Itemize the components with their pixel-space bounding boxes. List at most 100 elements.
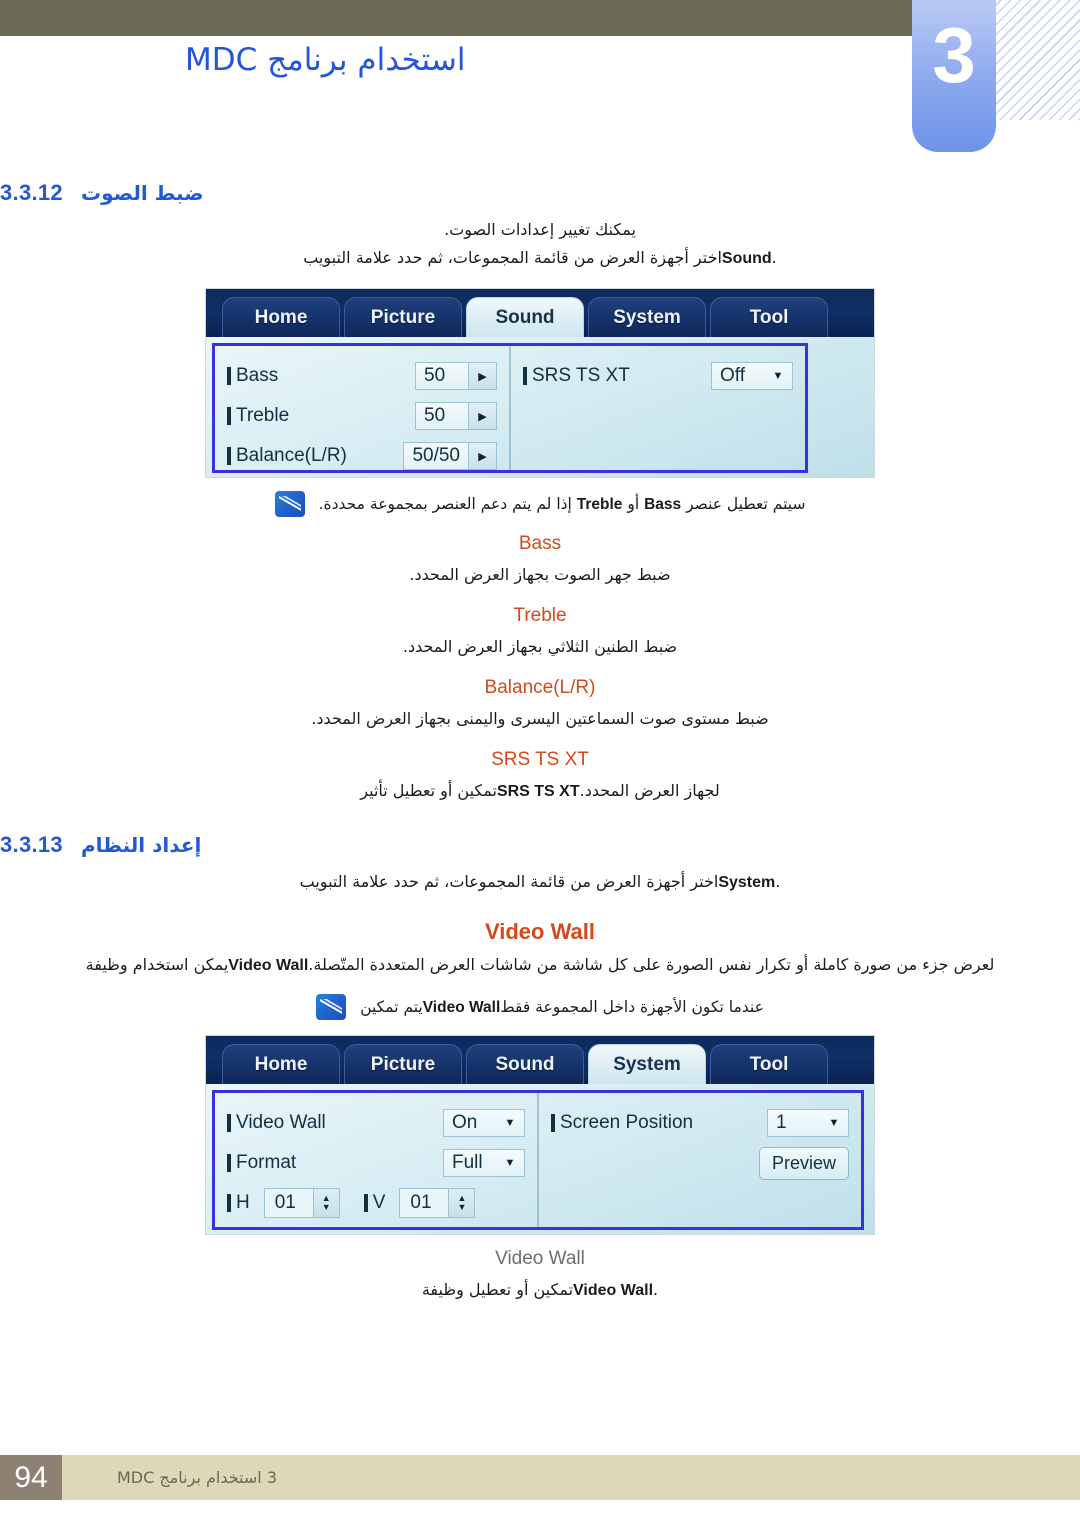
note-bass: Bass [644,495,682,513]
tab-tool-2[interactable]: Tool [710,1044,828,1084]
page-header: 3 استخدام برنامج MDC [0,0,1080,170]
note-mid: أو [622,494,645,513]
bullet-icon [227,1114,231,1132]
section-heading-3-3-12: 3.3.12 ضبط الصوت [0,180,1080,206]
section-name: ضبط الصوت [80,181,204,205]
label-video-wall-text: Video Wall [236,1112,326,1133]
spinner-arrows-icon[interactable]: ▲ ▼ [448,1189,475,1217]
bullet-icon [551,1114,555,1132]
dropdown-format[interactable]: Full ▼ [443,1149,525,1177]
chevron-down-icon[interactable]: ▼ [820,1110,848,1136]
page-title: استخدام برنامج MDC [185,42,466,78]
section-heading-3-3-13: 3.3.13 إعداد النظام [0,832,1080,858]
label-treble: Treble [227,405,289,427]
label-srs-ts-xt: SRS TS XT [523,365,630,387]
bullet-icon [363,1194,368,1212]
row-format: Format Full ▼ [227,1143,525,1183]
tab-system[interactable]: System [588,297,706,337]
mdc-system-tabbar: Home Picture Sound System Tool [206,1036,874,1084]
videowall-sub-label: Video Wall [495,1248,585,1269]
mdc-system-highlight-frame: Video Wall On ▼ Format Full ▼ H 01 ▲ ▼ V… [212,1090,864,1230]
def-label-bass: Bass [518,533,562,554]
sound-intro-line-1: يمكنك تغيير إعدادات الصوت. [444,220,636,239]
label-treble-text: Treble [236,405,290,426]
label-format-text: Format [236,1152,297,1173]
footer-content: 94 3 استخدام برنامج MDC [0,1455,1080,1500]
mdc-system-screenshot: Home Picture Sound System Tool Video Wal… [206,1036,874,1234]
label-v-text: V [372,1192,386,1213]
label-video-wall: Video Wall [227,1112,326,1134]
row-balance: Balance(L/R) 50/50 ▶ [227,436,497,476]
row-srs-ts-xt: SRS TS XT Off ▼ [523,356,793,396]
sound-note-text: سيتم تعطيل عنصر Bass أو Treble إذا لم يت… [319,495,806,514]
tab-sound-2[interactable]: Sound [466,1044,584,1084]
videowall-sub-desc: .Video Wallتمكين أو تعطيل وظيفة [0,1276,1080,1305]
chevron-down-icon[interactable]: ▼ [496,1110,524,1136]
def-desc-treble: ضبط الطنين الثلاثي بجهاز العرض المحدد. [402,637,678,656]
spinner-v[interactable]: 01 ▲ ▼ [399,1188,476,1218]
label-h: H [227,1192,250,1214]
tab-home[interactable]: Home [222,297,340,337]
olive-top-bar [0,0,912,36]
mdc-sound-highlight-frame: Bass 50 ▶ Treble 50 ▶ Balance(L/R) 50/50… [212,343,808,473]
videowall-note: عندما تكون الأجهزة داخل المجموعة فقطVide… [0,994,1080,1020]
dropdown-video-wall[interactable]: On ▼ [443,1109,525,1137]
vw-sub-bold: Video Wall [573,1282,654,1299]
label-balance-text: Balance(L/R) [236,445,347,466]
system-intro-pre: اختر أجهزة العرض من قائمة المجموعات، ثم … [299,872,719,891]
sound-intro-line-2: .Soundاختر أجهزة العرض من قائمة المجموعا… [0,244,1080,273]
value-format: Full [452,1152,483,1173]
spinner-h[interactable]: 01 ▲ ▼ [263,1188,340,1218]
label-srs-text: SRS TS XT [532,365,630,386]
footer-chapter-text: 3 استخدام برنامج MDC [117,1468,278,1487]
note-pencil-icon [316,994,347,1020]
def-desc-srs-ts-xt: لجهاز العرض المحدد.SRS TS XTتمكين أو تعط… [0,777,1080,806]
sound-tab-name: Sound [721,250,772,267]
vw-desc-bold: Video Wall [228,957,309,974]
spinner-arrows-icon[interactable]: ▲ ▼ [312,1189,339,1217]
tab-home-2[interactable]: Home [222,1044,340,1084]
tab-picture[interactable]: Picture [344,297,462,337]
vw-sub-pre: تمكين أو تعطيل وظيفة [421,1280,574,1299]
dropdown-screen-position[interactable]: 1 ▼ [767,1109,849,1137]
mdc-sound-right-column: SRS TS XT Off ▼ [511,346,805,470]
field-balance[interactable]: 50/50 ▶ [403,442,497,470]
field-treble[interactable]: 50 ▶ [415,402,497,430]
row-video-wall: Video Wall On ▼ [227,1103,525,1143]
preview-row: Preview [551,1143,849,1183]
sound-intro-2-post: . [771,248,777,267]
system-tab-name: System [718,874,776,891]
label-format: Format [227,1152,296,1174]
tab-system-2[interactable]: System [588,1044,706,1084]
section-number-2: 3.3.13 [0,832,63,857]
bullet-icon [227,407,231,425]
diagonal-hatch-icon [996,0,1080,120]
chevron-down-icon[interactable]: ▼ [764,363,792,389]
value-srs-ts-xt: Off [720,365,745,386]
arrow-right-icon[interactable]: ▶ [468,363,496,389]
tab-picture-2[interactable]: Picture [344,1044,462,1084]
vw-desc-post: لعرض جزء من صورة كاملة أو تكرار نفس الصو… [308,955,995,974]
section-number: 3.3.12 [0,180,63,205]
tab-sound[interactable]: Sound [466,297,584,337]
mdc-sound-left-column: Bass 50 ▶ Treble 50 ▶ Balance(L/R) 50/50… [215,346,511,470]
vw-note-pre: يتم تمكين [360,997,423,1016]
field-bass[interactable]: 50 ▶ [415,362,497,390]
note-treble: Treble [576,495,623,513]
page-footer: 94 3 استخدام برنامج MDC [0,1442,1080,1527]
row-h-v-spinners: H 01 ▲ ▼ V 01 ▲ ▼ [227,1183,525,1223]
bullet-icon [227,447,231,465]
tab-tool[interactable]: Tool [710,297,828,337]
row-treble: Treble 50 ▶ [227,396,497,436]
def-desc-bass: ضبط جهر الصوت بجهاز العرض المحدد. [409,565,671,584]
mdc-sound-screenshot: Home Picture Sound System Tool Bass 50 ▶… [206,289,874,477]
videowall-description: لعرض جزء من صورة كاملة أو تكرار نفس الصو… [0,951,1080,980]
preview-button[interactable]: Preview [758,1146,849,1180]
arrow-right-icon[interactable]: ▶ [468,403,496,429]
label-screen-position: Screen Position [551,1112,693,1134]
arrow-right-icon[interactable]: ▶ [468,443,496,469]
bullet-icon [523,367,527,385]
note-pre: سيتم تعطيل عنصر [681,494,806,513]
dropdown-srs-ts-xt[interactable]: Off ▼ [711,362,793,390]
chevron-down-icon[interactable]: ▼ [496,1150,524,1176]
